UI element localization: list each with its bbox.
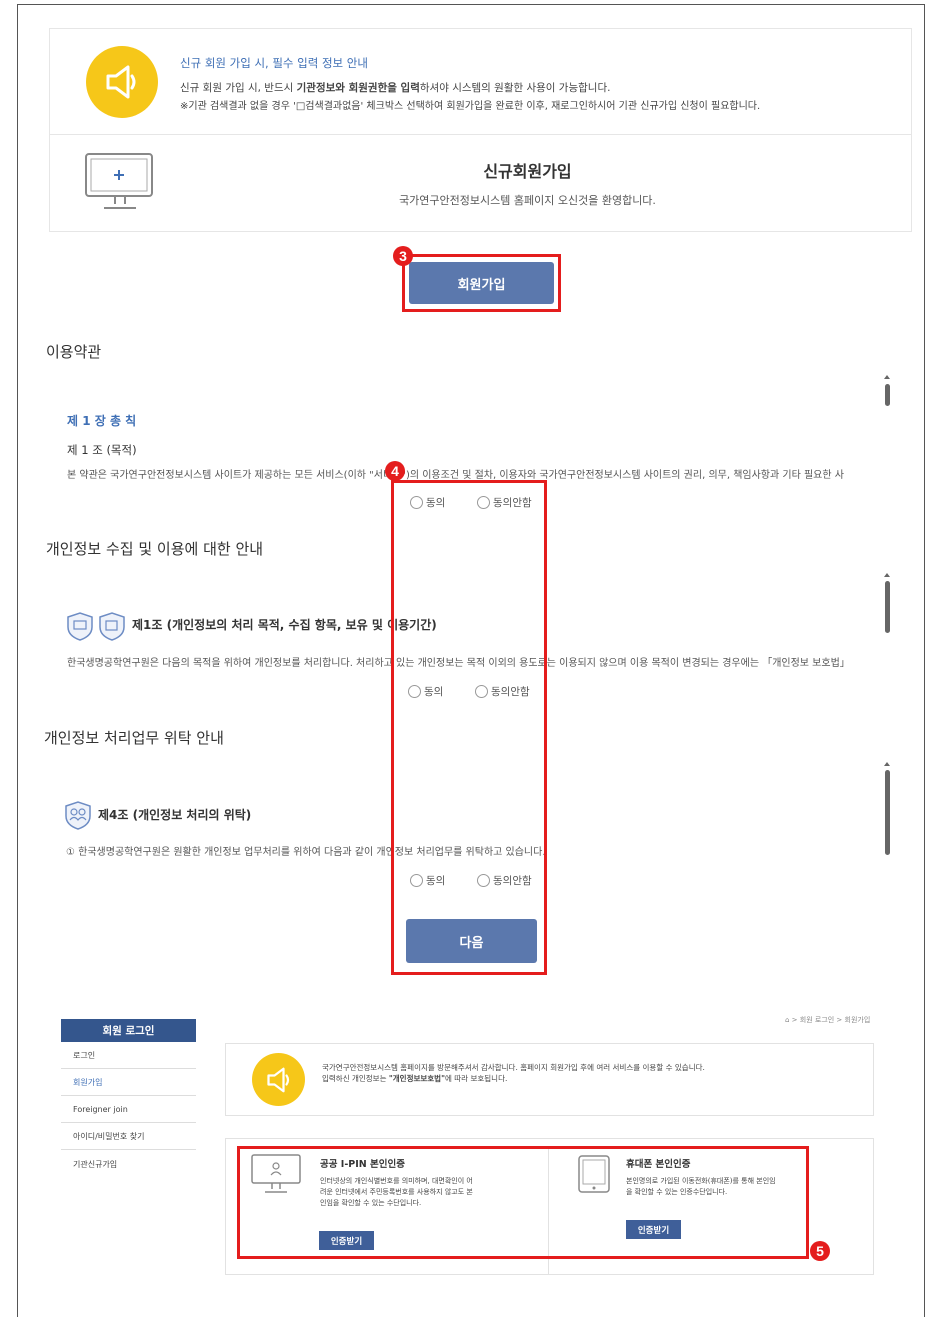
terms-scrollbar[interactable]	[885, 384, 890, 406]
welcome-line2-bold: "개인정보보호법"	[388, 1074, 445, 1083]
privacy-scroll-up-icon[interactable]	[884, 573, 890, 577]
step-badge-4: 4	[385, 461, 405, 481]
signup-heading: 신규회원가입	[483, 162, 572, 181]
welcome-line2-pre: 입력하신 개인정보는	[322, 1074, 389, 1083]
welcome-line2: 입력하신 개인정보는 "개인정보보호법"에 따라 보호됩니다.	[322, 1073, 507, 1085]
highlight-box-3	[402, 254, 561, 312]
sidebar-item-org-join[interactable]: 기관신규가입	[61, 1151, 196, 1177]
sidebar-item-signup[interactable]: 회원가입	[61, 1070, 196, 1096]
welcome-line2-post: 에 따라 보호됩니다.	[445, 1074, 508, 1083]
sidebar-item-foreigner[interactable]: Foreigner join	[61, 1097, 196, 1123]
notice-divider	[50, 134, 911, 135]
sidebar-item-login[interactable]: 로그인	[61, 1043, 196, 1069]
monitor-plus-icon	[85, 153, 153, 209]
privacy-scrollbar[interactable]	[885, 581, 890, 633]
welcome-megaphone-circle	[252, 1053, 305, 1106]
notice-line1-bold: 기관정보와 회원권한을 입력	[296, 82, 420, 94]
step-badge-3: 3	[393, 246, 413, 266]
terms-body: 본 약관은 국가연구안전정보시스템 사이트가 제공하는 모든 서비스(이하 "서…	[67, 470, 844, 481]
megaphone-circle	[86, 46, 158, 118]
step-badge-5: 5	[810, 1241, 830, 1261]
highlight-box-5	[237, 1146, 809, 1259]
privacy-title: 개인정보 수집 및 이용에 대한 안내	[46, 540, 264, 558]
terms-chapter: 제 1 장 총 칙	[67, 414, 137, 428]
sidebar-title: 회원 로그인	[61, 1019, 196, 1042]
notice-title: 신규 회원 가입 시, 필수 입력 정보 안내	[180, 56, 368, 70]
consign-scrollbar[interactable]	[885, 770, 890, 855]
highlight-box-4	[391, 480, 547, 975]
breadcrumb: ⌂ > 회원 로그인 > 회원가입	[785, 1016, 871, 1024]
notice-line1-post: 하셔야 시스템의 원활한 사용이 가능합니다.	[419, 82, 611, 94]
megaphone-icon	[266, 1067, 289, 1092]
terms-title: 이용약관	[46, 343, 102, 361]
signup-welcome: 국가연구안전정보시스템 홈페이지 오신것을 환영합니다.	[399, 194, 656, 207]
consign-icon	[65, 801, 91, 830]
consign-title: 개인정보 처리업무 위탁 안내	[44, 729, 224, 747]
notice-line2: ※기관 검색결과 없을 경우 '□검색결과없음' 체크박스 선택하여 회원가입을…	[180, 101, 761, 112]
terms-scroll-up-icon[interactable]	[884, 375, 890, 379]
sidebar-item-find-id[interactable]: 아이디/비밀번호 찾기	[61, 1124, 196, 1150]
notice-line1: 신규 회원 가입 시, 반드시 기관정보와 회원권한을 입력하셔야 시스템의 원…	[180, 80, 610, 95]
consign-scroll-up-icon[interactable]	[884, 762, 890, 766]
privacy-icons	[67, 612, 125, 641]
megaphone-icon	[106, 65, 136, 99]
consign-article: 제4조 (개인정보 처리의 위탁)	[98, 808, 252, 822]
notice-line1-pre: 신규 회원 가입 시, 반드시	[180, 82, 297, 94]
terms-article: 제 1 조 (목적)	[67, 443, 137, 457]
